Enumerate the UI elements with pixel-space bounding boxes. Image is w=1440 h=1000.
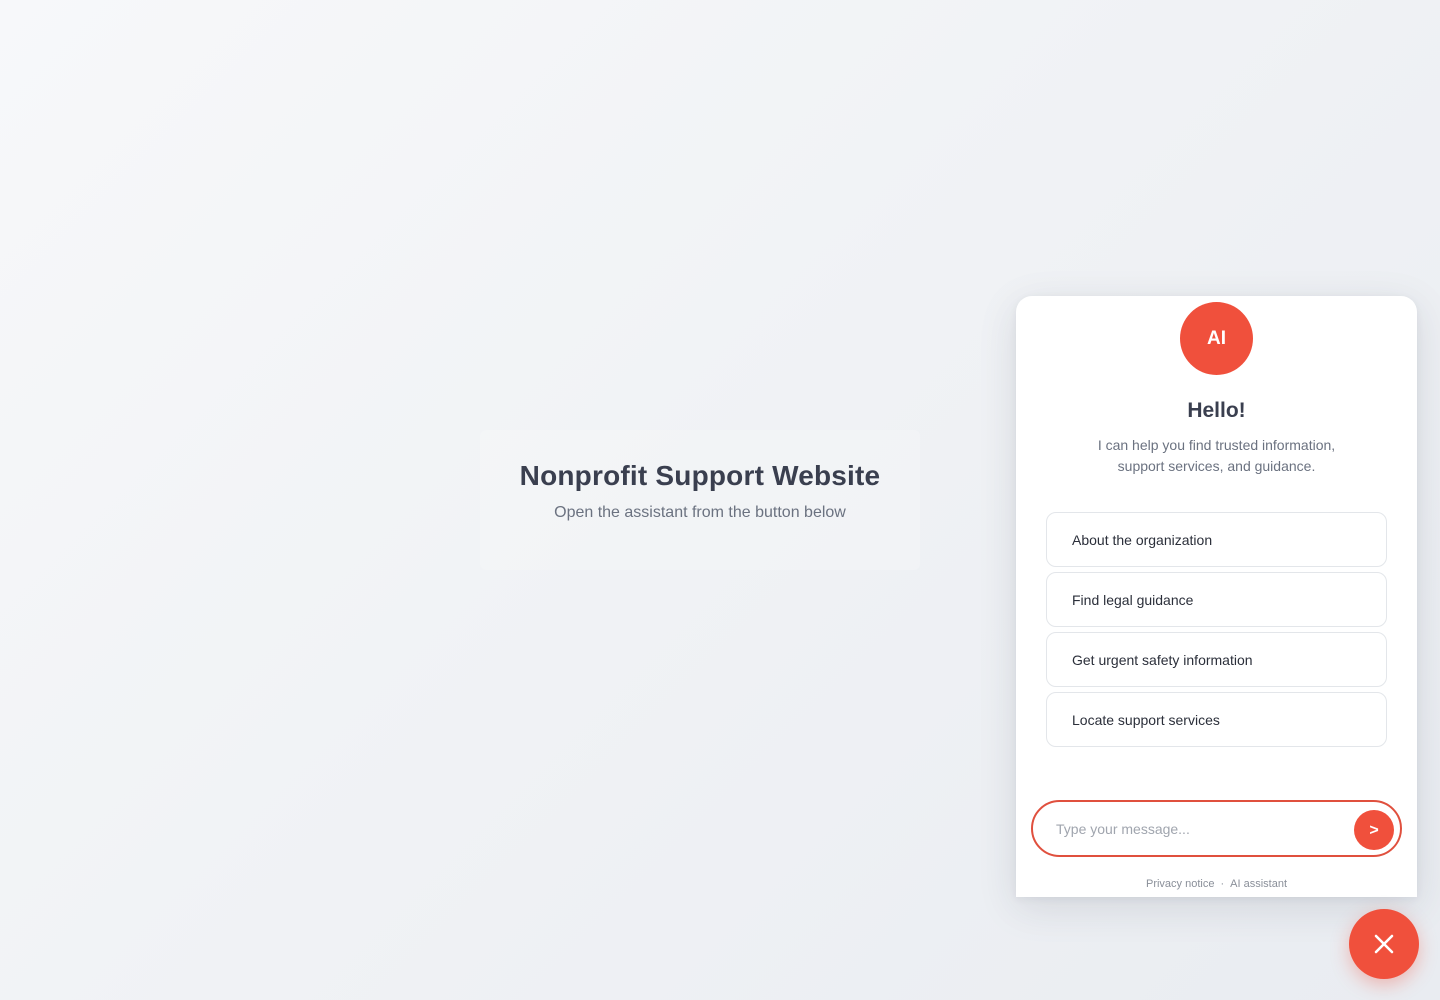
greeting-title: Hello! (1187, 399, 1246, 422)
assistant-avatar: AI (1180, 302, 1253, 375)
option-legal-guidance[interactable]: Find legal guidance (1046, 572, 1387, 627)
option-label: Get urgent safety information (1072, 651, 1253, 668)
hero-card: Nonprofit Support Website Open the assis… (480, 430, 920, 570)
option-label: Find legal guidance (1072, 591, 1194, 608)
option-label: Locate support services (1072, 711, 1220, 728)
privacy-notice-link[interactable]: Privacy notice (1146, 878, 1214, 890)
greeting-text: I can help you find trusted information,… (1097, 437, 1336, 474)
chat-footer: Privacy notice · AI assistant (1016, 878, 1417, 890)
page-title: Nonprofit Support Website (519, 460, 881, 491)
page-subtitle: Open the assistant from the button below (554, 504, 846, 521)
ai-assistant-label: AI assistant (1230, 878, 1287, 890)
send-icon: > (1369, 822, 1379, 839)
footer-separator: · (1220, 878, 1225, 890)
send-button[interactable]: > (1354, 810, 1394, 850)
option-urgent-safety[interactable]: Get urgent safety information (1046, 632, 1387, 687)
chat-panel: AI Hello! I can help you find trusted in… (1016, 296, 1417, 897)
close-chat-button[interactable] (1349, 909, 1419, 979)
option-support-services[interactable]: Locate support services (1046, 692, 1387, 747)
message-composer: > (1031, 800, 1402, 857)
option-about-organization[interactable]: About the organization (1046, 512, 1387, 567)
close-icon (1374, 934, 1394, 954)
option-label: About the organization (1072, 531, 1213, 548)
message-input[interactable] (1056, 820, 1336, 837)
